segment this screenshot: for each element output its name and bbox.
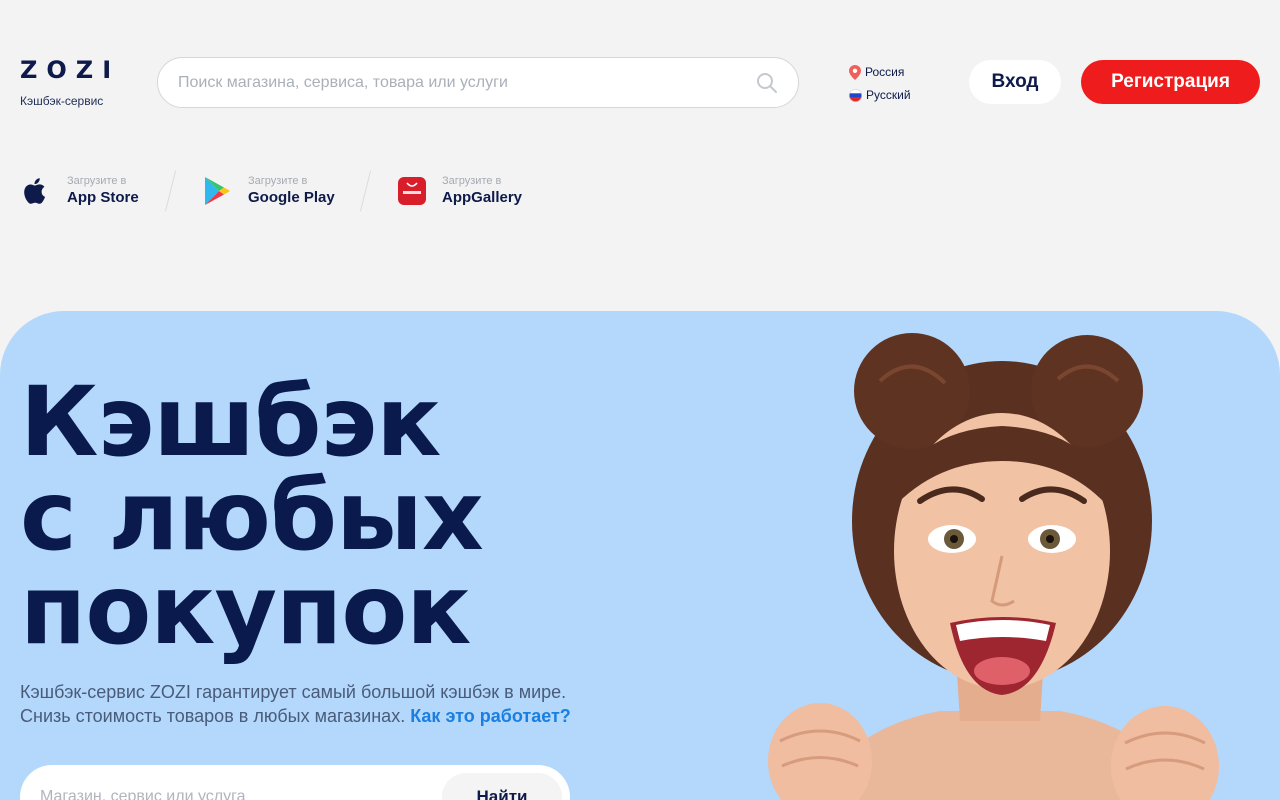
hero-banner: Кэшбэк с любых покупок Кэшбэк-сервис ZOZ… bbox=[0, 311, 1280, 800]
login-button[interactable]: Вход bbox=[969, 60, 1061, 104]
header-search-input[interactable] bbox=[158, 58, 718, 107]
store-name: App Store bbox=[67, 189, 139, 206]
hero-title-line: покупок bbox=[20, 554, 471, 666]
store-caption: Загрузите в bbox=[442, 175, 502, 187]
logo[interactable]: ZOZI Кэшбэк-сервис bbox=[20, 58, 120, 108]
russia-flag-icon bbox=[849, 88, 862, 102]
logo-wordmark: ZOZI bbox=[20, 56, 121, 84]
hero-description: Кэшбэк-сервис ZOZI гарантирует самый бол… bbox=[20, 680, 660, 728]
hero-title: Кэшбэк с любых покупок bbox=[20, 366, 640, 666]
page: ZOZI Кэшбэк-сервис Россия bbox=[0, 0, 1280, 800]
hero-search: Найти bbox=[20, 765, 570, 800]
hero-search-input[interactable] bbox=[20, 765, 440, 800]
apple-icon bbox=[24, 178, 46, 204]
locale-selector: Россия Русский bbox=[849, 63, 911, 109]
hero-title-line: Кэшбэк bbox=[20, 366, 441, 478]
store-name: AppGallery bbox=[442, 189, 523, 206]
language-selector[interactable]: Русский bbox=[849, 86, 911, 104]
location-pin-icon bbox=[849, 64, 861, 80]
region-label: Россия bbox=[865, 65, 905, 79]
hero-title-line: с любых bbox=[20, 460, 484, 572]
hero-description-line: Снизь стоимость товаров в любых магазина… bbox=[20, 706, 406, 726]
language-label: Русский bbox=[866, 88, 911, 102]
header-search bbox=[157, 57, 799, 108]
search-icon[interactable] bbox=[756, 72, 778, 94]
huawei-appgallery-icon bbox=[398, 177, 426, 205]
store-caption: Загрузите в bbox=[67, 175, 127, 187]
region-selector[interactable]: Россия bbox=[849, 63, 911, 81]
hero-woman-photo bbox=[768, 333, 1219, 800]
store-name: Google Play bbox=[248, 189, 335, 206]
logo-subtitle: Кэшбэк-сервис bbox=[20, 94, 104, 108]
divider bbox=[359, 170, 372, 212]
app-store-link[interactable]: Загрузите в App Store bbox=[22, 174, 139, 208]
google-play-link[interactable]: Загрузите в Google Play bbox=[204, 174, 335, 208]
store-caption: Загрузите в bbox=[248, 175, 308, 187]
google-play-icon bbox=[205, 177, 230, 205]
how-it-works-link[interactable]: Как это работает? bbox=[410, 706, 571, 726]
hero-description-line: Кэшбэк-сервис ZOZI гарантирует самый бол… bbox=[20, 682, 567, 702]
register-button[interactable]: Регистрация bbox=[1081, 60, 1260, 104]
appgallery-link[interactable]: Загрузите в AppGallery bbox=[398, 174, 522, 208]
hero-search-button[interactable]: Найти bbox=[442, 773, 562, 800]
divider bbox=[164, 170, 177, 212]
